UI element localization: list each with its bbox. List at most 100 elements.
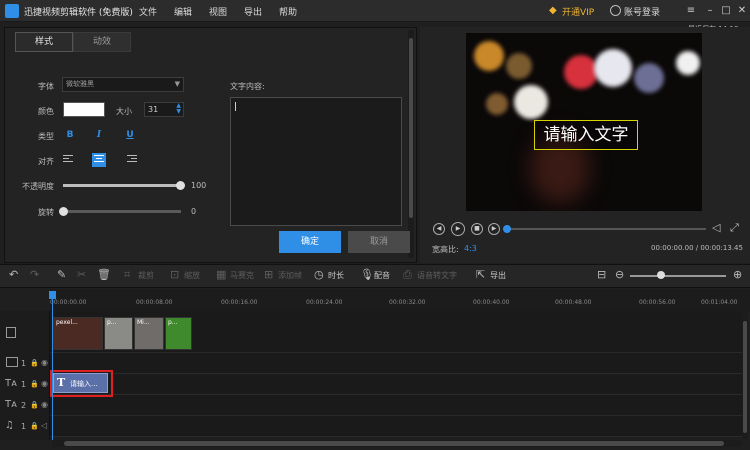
align-left-icon[interactable] <box>63 153 77 167</box>
text-content-input[interactable] <box>230 97 402 226</box>
rotate-slider-knob[interactable] <box>59 207 68 216</box>
panel-scrollbar-thumb[interactable] <box>409 38 413 218</box>
mosaic-button[interactable]: 马赛克 <box>230 270 254 281</box>
preview-text-overlay[interactable]: 请输入文字 <box>534 120 638 150</box>
timeline-vertical-scrollbar-thumb[interactable] <box>743 321 747 433</box>
menu-help[interactable]: 帮助 <box>279 5 297 18</box>
edit-icon[interactable]: ✎ <box>57 268 66 281</box>
duration-button[interactable]: 时长 <box>328 270 344 281</box>
menu-icon[interactable]: ≡ <box>684 4 698 18</box>
lock-icon[interactable]: 🔒 <box>30 422 39 430</box>
login-button[interactable]: 账号登录 <box>624 5 660 18</box>
playback-progress-track[interactable] <box>504 228 706 230</box>
redo-icon[interactable]: ↷ <box>30 268 39 281</box>
fullscreen-icon[interactable]: ⤢ <box>730 221 739 235</box>
video-clip[interactable]: p... <box>104 317 133 350</box>
playback-progress-knob[interactable] <box>503 225 511 233</box>
video-clip[interactable]: Mi... <box>134 317 164 350</box>
timeline-horizontal-scrollbar[interactable] <box>52 440 742 447</box>
freeze-frame-icon[interactable]: ⊞ <box>264 268 273 281</box>
music-track-lane[interactable] <box>50 416 742 437</box>
opacity-slider[interactable] <box>63 184 181 187</box>
tab-animation[interactable]: 动效 <box>73 32 131 52</box>
next-icon[interactable]: ▶ <box>488 223 500 235</box>
user-icon[interactable] <box>610 5 621 16</box>
panel-scrollbar[interactable] <box>408 30 414 258</box>
zoom-out-icon[interactable]: ⊖ <box>615 268 624 281</box>
minimize-icon[interactable]: – <box>703 4 717 18</box>
ruler-tick: 00:00:32.00 <box>389 299 426 306</box>
microphone-icon[interactable]: 🎙 <box>360 268 374 281</box>
italic-button[interactable]: I <box>92 128 106 142</box>
opacity-label: 不透明度 <box>22 182 54 191</box>
eye-icon[interactable]: ◉ <box>41 400 48 409</box>
dubbing-button[interactable]: 配音 <box>374 270 390 281</box>
eye-icon[interactable]: ◉ <box>41 379 48 388</box>
text-track-2-index: 2 <box>21 401 27 410</box>
align-right-icon[interactable] <box>123 153 137 167</box>
timeline-zoom-slider[interactable] <box>630 275 726 277</box>
freeze-frame-button[interactable]: 添加帧 <box>278 270 302 281</box>
play-icon[interactable]: ▶ <box>451 222 465 236</box>
text-track-2-lane[interactable] <box>50 395 742 416</box>
crop-button[interactable]: 裁剪 <box>138 270 154 281</box>
previous-icon[interactable]: ◀ <box>433 223 445 235</box>
undo-icon[interactable]: ↶ <box>9 268 18 281</box>
menu-view[interactable]: 视图 <box>209 5 227 18</box>
text-caret <box>235 102 236 111</box>
timeline-zoom-knob[interactable] <box>657 271 665 279</box>
menu-file[interactable]: 文件 <box>139 5 157 18</box>
playhead-line[interactable] <box>52 296 53 441</box>
menu-edit[interactable]: 编辑 <box>174 5 192 18</box>
text-track-1-lane[interactable] <box>50 374 742 395</box>
diamond-icon[interactable]: ◆ <box>549 6 559 16</box>
ok-button[interactable]: 确定 <box>279 231 341 253</box>
close-icon[interactable]: ✕ <box>735 4 749 18</box>
lock-icon[interactable]: 🔒 <box>30 401 39 409</box>
delete-icon[interactable]: 🗑 <box>97 268 111 281</box>
volume-icon[interactable]: ◁ <box>712 221 720 234</box>
rotate-slider[interactable] <box>63 210 181 213</box>
menu-export[interactable]: 导出 <box>244 5 262 18</box>
zoom-in-icon[interactable]: ⊕ <box>733 268 742 281</box>
cancel-button[interactable]: 取消 <box>348 231 410 253</box>
crop-icon[interactable]: ⌗ <box>124 268 130 282</box>
export-button[interactable]: 导出 <box>490 270 506 281</box>
zoom-icon[interactable]: ⊡ <box>170 268 179 281</box>
vip-button[interactable]: 开通VIP <box>562 5 594 18</box>
cut-icon[interactable]: ✂ <box>77 268 86 281</box>
video-clip[interactable]: p... <box>165 317 192 350</box>
timeline-vertical-scrollbar[interactable] <box>742 311 748 439</box>
aspect-ratio-value[interactable]: 4:3 <box>464 244 477 253</box>
lock-icon[interactable]: 🔒 <box>30 359 39 367</box>
zoom-button[interactable]: 缩放 <box>184 270 200 281</box>
speech-to-text-icon[interactable]: ⎙ <box>403 268 412 282</box>
time-readout: 00:00:00.00 / 00:00:13.45 <box>651 244 743 252</box>
stepper-arrows-icon[interactable]: ▲ ▼ <box>176 103 181 115</box>
mosaic-icon[interactable]: ▦ <box>216 268 226 281</box>
timeline-horizontal-scrollbar-thumb[interactable] <box>64 441 724 446</box>
content-label: 文字内容: <box>230 82 265 91</box>
align-center-icon[interactable] <box>92 153 106 167</box>
lock-icon[interactable]: 🔒 <box>30 380 39 388</box>
opacity-slider-knob[interactable] <box>176 181 185 190</box>
font-select[interactable]: 微软雅黑 ▼ <box>62 77 184 92</box>
ruler-tick: 00:00:00.00 <box>50 299 87 306</box>
eye-icon[interactable]: ◉ <box>41 358 48 367</box>
rotate-label: 旋转 <box>38 208 54 217</box>
tab-style[interactable]: 样式 <box>15 32 73 52</box>
size-stepper[interactable]: 31 ▲ ▼ <box>144 102 184 117</box>
clip-name: Mi... <box>137 319 150 326</box>
video-clip[interactable]: pexel... <box>53 317 103 350</box>
clock-icon[interactable]: ◷ <box>314 268 324 281</box>
export-icon[interactable]: ⇱ <box>476 268 485 281</box>
color-picker[interactable] <box>63 102 105 117</box>
overlay-track-lane[interactable] <box>50 353 742 374</box>
fit-icon[interactable]: ⊟ <box>597 268 606 281</box>
underline-button[interactable]: U <box>123 128 137 142</box>
speech-to-text-button[interactable]: 语音转文字 <box>417 270 457 281</box>
speaker-icon[interactable]: ◁ <box>41 421 47 430</box>
maximize-icon[interactable]: □ <box>719 4 733 18</box>
stop-icon[interactable]: ■ <box>471 223 483 235</box>
bold-button[interactable]: B <box>63 128 77 142</box>
